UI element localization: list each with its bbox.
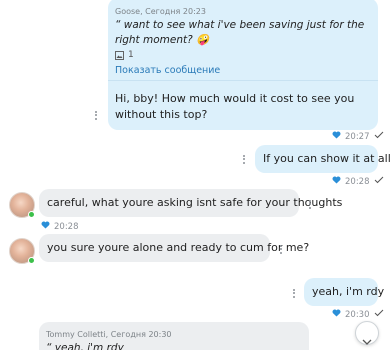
quoted-message-text: “ yeah, i'm rdy bbox=[46, 342, 124, 350]
more-dots-icon[interactable] bbox=[275, 243, 287, 257]
message-time: 20:28 bbox=[54, 221, 79, 232]
quote-sender: Goose, Сегодня 20:23 bbox=[115, 7, 206, 16]
message-text: Hi, bby! How much would it cost to see y… bbox=[115, 92, 355, 121]
heart-icon[interactable] bbox=[332, 309, 341, 320]
attachment-count: 1 bbox=[128, 50, 134, 60]
outgoing-message[interactable]: If you can show it at all bbox=[255, 145, 391, 173]
chevron-down-icon bbox=[362, 330, 372, 345]
more-dots-icon[interactable] bbox=[288, 287, 300, 301]
message-status: 20:28 bbox=[41, 221, 79, 232]
quoted-message-text: “ want to see what i've been saving just… bbox=[115, 19, 365, 46]
avatar[interactable] bbox=[9, 238, 35, 264]
read-check-icon bbox=[374, 131, 384, 142]
heart-icon[interactable] bbox=[332, 131, 341, 142]
attachment-indicator: 1 bbox=[115, 50, 134, 60]
image-icon bbox=[115, 50, 124, 60]
message-status: 20:27 bbox=[332, 131, 384, 142]
show-message-link[interactable]: Показать сообщение bbox=[115, 65, 220, 76]
incoming-message-quoted[interactable]: Tommy Colletti, Сегодня 20:30 “ yeah, i'… bbox=[39, 322, 309, 350]
message-time: 20:28 bbox=[345, 176, 370, 187]
scroll-down-button[interactable] bbox=[355, 321, 379, 345]
online-indicator bbox=[28, 257, 35, 264]
more-dots-icon[interactable] bbox=[90, 109, 102, 123]
more-dots-icon[interactable] bbox=[238, 153, 250, 167]
more-dots-icon[interactable] bbox=[304, 198, 316, 212]
quote-sender: Tommy Colletti, Сегодня 20:30 bbox=[46, 330, 172, 339]
online-indicator bbox=[28, 211, 35, 218]
message-status: 20:28 bbox=[332, 176, 384, 187]
read-check-icon bbox=[374, 309, 384, 320]
heart-icon[interactable] bbox=[41, 221, 50, 232]
message-text: If you can show it at all bbox=[263, 152, 391, 165]
message-text: you sure youre alone and ready to cum fo… bbox=[47, 241, 310, 254]
message-time: 20:27 bbox=[345, 131, 370, 142]
incoming-message[interactable]: careful, what youre asking isnt safe for… bbox=[39, 189, 342, 217]
message-status: 20:30 bbox=[332, 309, 384, 320]
outgoing-message-quoted[interactable]: Goose, Сегодня 20:23 “ want to see what … bbox=[108, 0, 378, 130]
avatar[interactable] bbox=[9, 192, 35, 218]
message-text: yeah, i'm rdy bbox=[312, 285, 385, 298]
outgoing-message[interactable]: yeah, i'm rdy bbox=[304, 278, 384, 306]
message-time: 20:30 bbox=[345, 309, 370, 320]
read-check-icon bbox=[374, 176, 384, 187]
bubble-divider bbox=[108, 80, 378, 81]
incoming-message[interactable]: you sure youre alone and ready to cum fo… bbox=[39, 234, 309, 262]
heart-icon[interactable] bbox=[332, 176, 341, 187]
message-text: careful, what youre asking isnt safe for… bbox=[47, 196, 343, 209]
